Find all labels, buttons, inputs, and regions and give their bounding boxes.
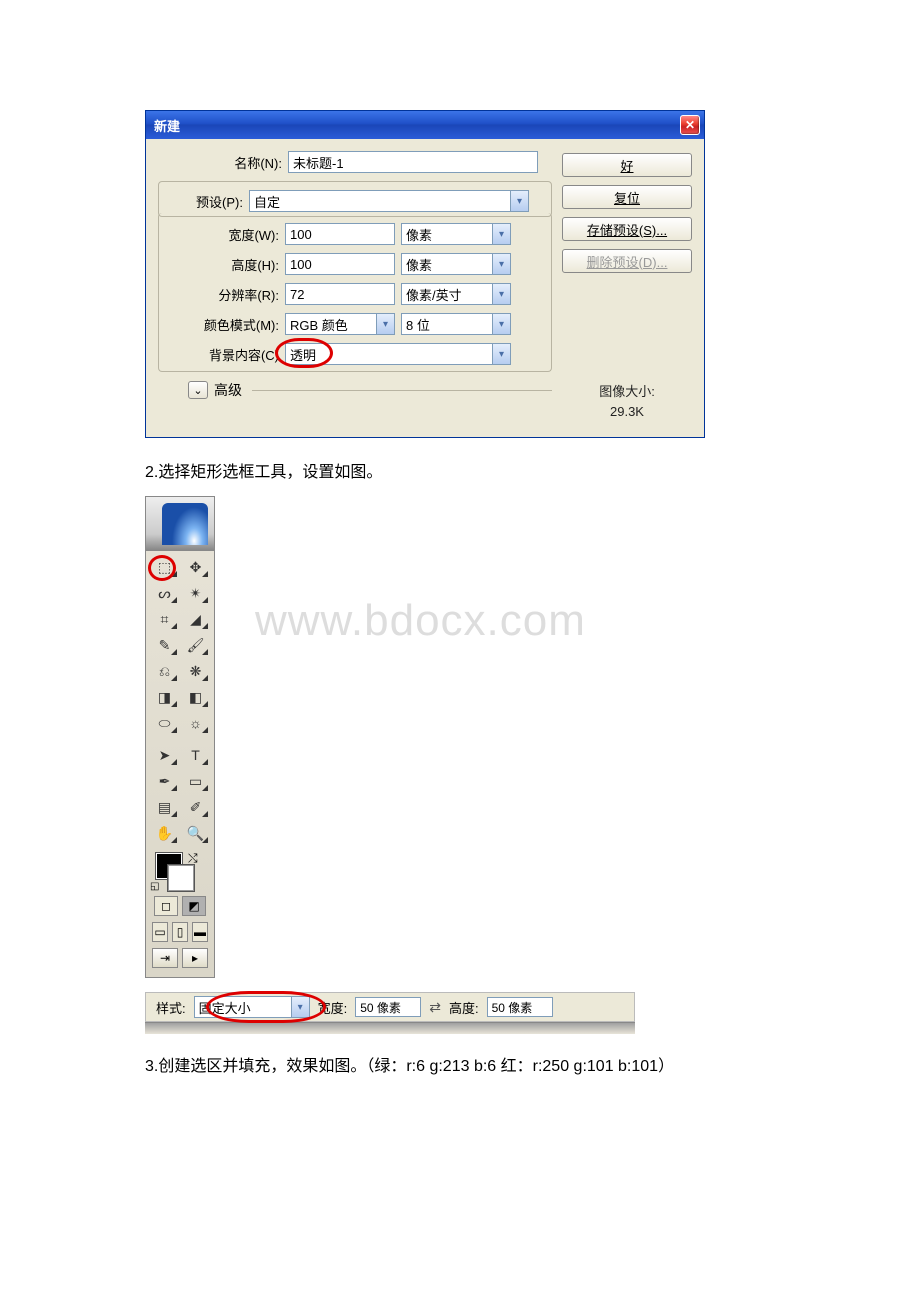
advanced-toggle[interactable]: ⌄ <box>188 381 208 399</box>
divider <box>252 390 552 391</box>
tool-stamp[interactable]: ⎌ <box>150 659 179 683</box>
toolbox: ⬚✥ᔕ✴⌗◢✎🖌⎌❋◨◧⬭☼➤T✒▭▤✐✋🔍 ⤭ ◱ ◻ ◩ ▭ ▯ ▬ ⇥ ▸ <box>145 496 215 978</box>
tool-history-brush[interactable]: ❋ <box>181 659 210 683</box>
tool-healing[interactable]: ✎ <box>150 633 179 657</box>
advanced-label: 高级 <box>214 380 242 400</box>
screen-menu-button[interactable]: ▯ <box>172 922 188 942</box>
width-unit-combo[interactable]: 像素 ▾ <box>401 223 511 245</box>
resolution-label: 分辨率(R): <box>167 285 285 304</box>
preset-label: 预设(P): <box>167 192 249 211</box>
tool-hand[interactable]: ✋ <box>150 821 179 845</box>
opt-height-input[interactable]: 50 像素 <box>487 997 553 1017</box>
name-value: 未标题-1 <box>293 153 344 172</box>
size-value: 29.3K <box>562 404 692 419</box>
tool-slice[interactable]: ◢ <box>181 607 210 631</box>
color-swatch[interactable]: ⤭ ◱ <box>146 849 214 893</box>
tool-type[interactable]: T <box>181 743 210 767</box>
delete-preset-button: 删除预设(D)... <box>562 249 692 273</box>
chevron-down-icon: ▾ <box>492 284 510 304</box>
jump-to-button[interactable]: ⇥ <box>152 948 178 968</box>
size-label: 图像大小: <box>562 381 692 400</box>
tool-blur[interactable]: ⬭ <box>150 711 179 735</box>
preset-value: 自定 <box>250 192 510 211</box>
titlebar[interactable]: 新建 ✕ <box>146 111 704 139</box>
background-swatch[interactable] <box>168 865 194 891</box>
ok-button[interactable]: 好 <box>562 153 692 177</box>
chevron-down-icon: ▾ <box>492 344 510 364</box>
tool-wand[interactable]: ✴ <box>181 581 210 605</box>
options-bar: 样式: 固定大小 ▾ 宽度: 50 像素 ⇄ 高度: 50 像素 <box>145 992 635 1022</box>
depth-combo[interactable]: 8 位 ▾ <box>401 313 511 335</box>
chevron-down-icon: ▾ <box>492 254 510 274</box>
step-2-caption: 2.选择矩形选框工具，设置如图。 <box>145 458 770 482</box>
bg-label: 背景内容(C) <box>167 345 285 364</box>
dialog-title: 新建 <box>154 116 180 135</box>
tool-move[interactable]: ✥ <box>181 555 210 579</box>
height-unit-combo[interactable]: 像素 ▾ <box>401 253 511 275</box>
reset-button[interactable]: 复位 <box>562 185 692 209</box>
width-input[interactable]: 100 <box>285 223 395 245</box>
chevron-down-icon: ▾ <box>492 224 510 244</box>
style-combo[interactable]: 固定大小 ▾ <box>194 996 310 1018</box>
opt-height-label: 高度: <box>449 998 479 1017</box>
swap-wh-icon[interactable]: ⇄ <box>429 999 441 1016</box>
toolbox-divider <box>150 737 210 741</box>
chevron-down-icon: ▾ <box>510 191 528 211</box>
step-3-caption: 3.创建选区并填充，效果如图。（绿：r:6 g:213 b:6 红：r:250 … <box>145 1052 770 1076</box>
screen-full-button[interactable]: ▬ <box>192 922 208 942</box>
new-dialog: 新建 ✕ 名称(N): 未标题-1 预设(P): 自定 <box>145 110 705 438</box>
save-preset-button[interactable]: 存储预设(S)... <box>562 217 692 241</box>
reset-colors-icon[interactable]: ◱ <box>150 881 159 892</box>
close-icon: ✕ <box>685 118 695 132</box>
options-bar-bottom <box>145 1022 635 1034</box>
mode-label: 颜色模式(M): <box>167 315 285 334</box>
tool-notes[interactable]: ▤ <box>150 795 179 819</box>
bg-combo[interactable]: 透明 ▾ <box>285 343 511 365</box>
tool-brush[interactable]: 🖌 <box>181 633 210 657</box>
watermark: www.bdocx.com <box>255 596 586 646</box>
chevron-down-icon: ▾ <box>291 997 309 1017</box>
name-input[interactable]: 未标题-1 <box>288 151 538 173</box>
opt-width-input[interactable]: 50 像素 <box>355 997 421 1017</box>
name-label: 名称(N): <box>158 153 288 172</box>
screen-standard-button[interactable]: ▭ <box>152 922 168 942</box>
tool-dodge[interactable]: ☼ <box>181 711 210 735</box>
tool-path-select[interactable]: ➤ <box>150 743 179 767</box>
swap-colors-icon[interactable]: ⤭ <box>188 851 198 866</box>
resolution-input[interactable]: 72 <box>285 283 395 305</box>
chevron-double-down-icon: ⌄ <box>193 384 202 397</box>
chevron-down-icon: ▾ <box>376 314 394 334</box>
tool-gradient[interactable]: ◧ <box>181 685 210 709</box>
tool-marquee[interactable]: ⬚ <box>150 555 179 579</box>
width-label: 宽度(W): <box>167 225 285 244</box>
tool-lasso[interactable]: ᔕ <box>150 581 179 605</box>
tool-zoom[interactable]: 🔍 <box>181 821 210 845</box>
tool-crop[interactable]: ⌗ <box>150 607 179 631</box>
tool-shape[interactable]: ▭ <box>181 769 210 793</box>
standard-mode-button[interactable]: ◻ <box>154 896 178 916</box>
toolbox-header <box>146 497 214 551</box>
opt-width-label: 宽度: <box>318 998 348 1017</box>
tool-eyedropper[interactable]: ✐ <box>181 795 210 819</box>
style-label: 样式: <box>156 998 186 1017</box>
mode-combo[interactable]: RGB 颜色 ▾ <box>285 313 395 335</box>
preset-combo[interactable]: 自定 ▾ <box>249 190 529 212</box>
tool-pen[interactable]: ✒ <box>150 769 179 793</box>
close-button[interactable]: ✕ <box>680 115 700 135</box>
resolution-unit-combo[interactable]: 像素/英寸 ▾ <box>401 283 511 305</box>
jump-arrow-button[interactable]: ▸ <box>182 948 208 968</box>
height-label: 高度(H): <box>167 255 285 274</box>
tool-eraser[interactable]: ◨ <box>150 685 179 709</box>
height-input[interactable]: 100 <box>285 253 395 275</box>
quickmask-mode-button[interactable]: ◩ <box>182 896 206 916</box>
chevron-down-icon: ▾ <box>492 314 510 334</box>
